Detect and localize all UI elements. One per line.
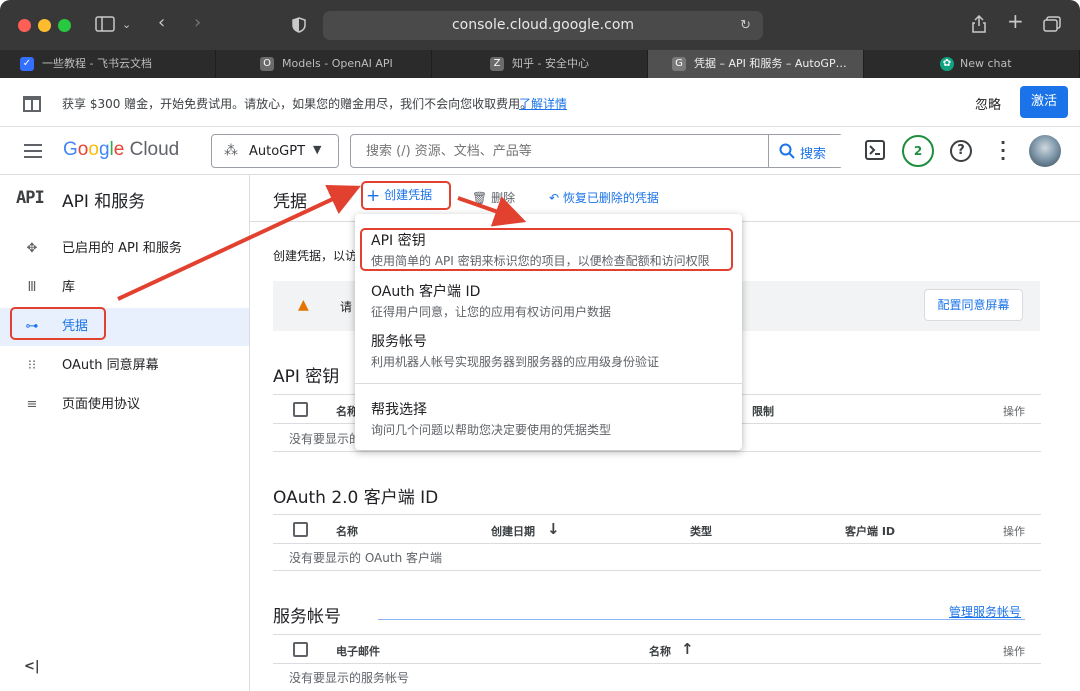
annotation-arrow-2 [457, 196, 527, 227]
annotation-arrow-1 [117, 184, 361, 301]
annotation-arrows [117, 184, 527, 301]
